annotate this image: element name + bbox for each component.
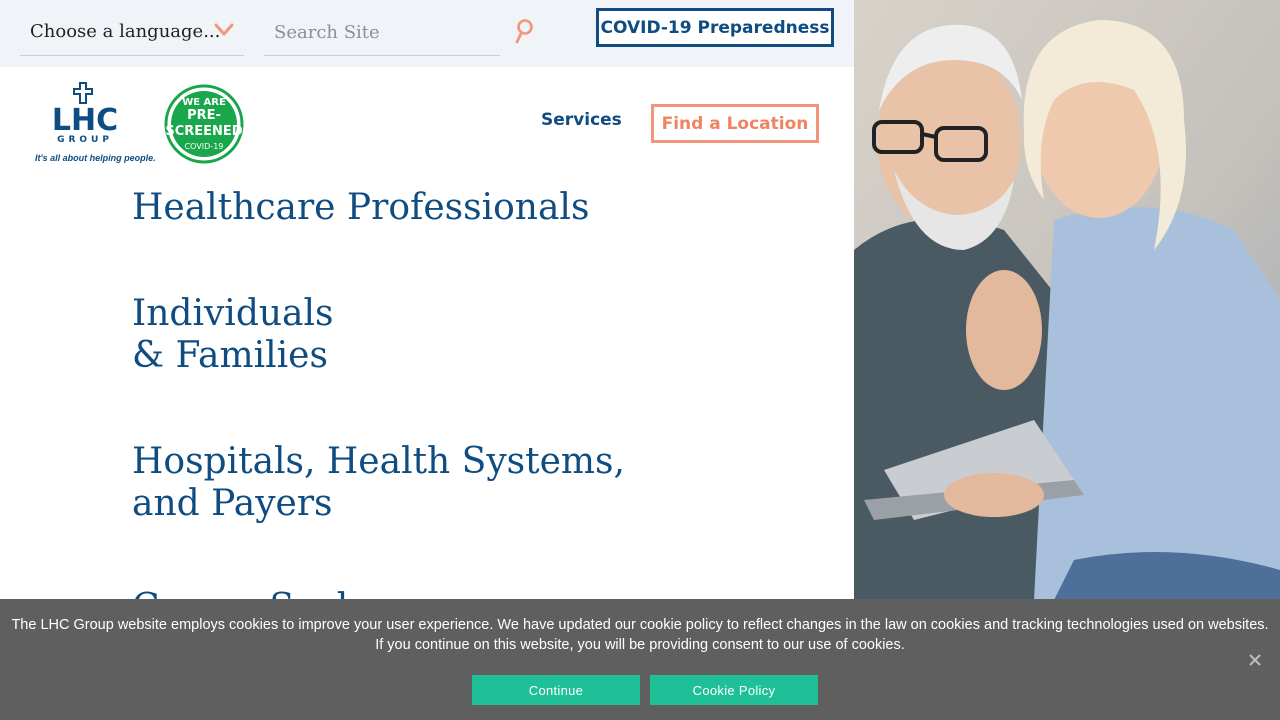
language-select-value: Choose a language... <box>30 21 221 42</box>
audience-line: Healthcare Professionals <box>132 187 590 228</box>
find-location-button[interactable]: Find a Location <box>651 104 819 143</box>
audience-link-individuals-families[interactable]: Individuals & Families <box>132 293 334 377</box>
utility-bar: Choose a language... COVID-19 Preparedne… <box>0 0 854 67</box>
audience-line: and Payers <box>132 483 333 524</box>
logo-text: LHC <box>52 103 118 138</box>
badge-bottom-text: COVID-19 <box>185 142 224 151</box>
pre-screened-badge: WE ARE PRE- SCREENED COVID-19 <box>164 84 244 164</box>
cookie-policy-button[interactable]: Cookie Policy <box>650 675 818 705</box>
badge-pre-text: PRE- <box>187 108 221 123</box>
cookie-message: The LHC Group website employs cookies to… <box>0 615 1280 655</box>
cookie-banner: The LHC Group website employs cookies to… <box>0 599 1280 720</box>
chevron-down-icon <box>214 23 234 36</box>
audience-link-healthcare-professionals[interactable]: Healthcare Professionals <box>132 187 589 229</box>
lhc-group-logo[interactable]: LHC GROUP It's all about helping people. <box>33 80 156 166</box>
covid-preparedness-button[interactable]: COVID-19 Preparedness <box>596 8 834 47</box>
search-input[interactable] <box>264 10 500 55</box>
search-icon[interactable] <box>512 18 536 46</box>
logo-tagline: It's all about helping people. <box>35 153 156 163</box>
close-icon[interactable] <box>1246 651 1264 669</box>
badge-main-text: SCREENED <box>165 124 242 139</box>
audience-line: Individuals <box>132 293 334 334</box>
cookie-message-line: The LHC Group website employs cookies to… <box>11 617 1269 633</box>
search-field[interactable] <box>264 10 500 56</box>
hero-image <box>854 0 1280 600</box>
logo-group-text: GROUP <box>57 135 113 145</box>
nav-services[interactable]: Services <box>541 110 622 130</box>
cookie-message-line: If you continue on this website, you wil… <box>375 637 905 653</box>
audience-line: & Families <box>132 335 328 376</box>
continue-button[interactable]: Continue <box>472 675 640 705</box>
lhc-logo-mark: LHC GROUP <box>52 82 118 145</box>
audience-link-hospitals-payers[interactable]: Hospitals, Health Systems, and Payers <box>132 441 625 525</box>
badge-top-text: WE ARE <box>182 97 226 108</box>
audience-line: Hospitals, Health Systems, <box>132 441 625 482</box>
hero-photo-illustration <box>854 0 1280 600</box>
language-select[interactable]: Choose a language... <box>20 10 244 56</box>
